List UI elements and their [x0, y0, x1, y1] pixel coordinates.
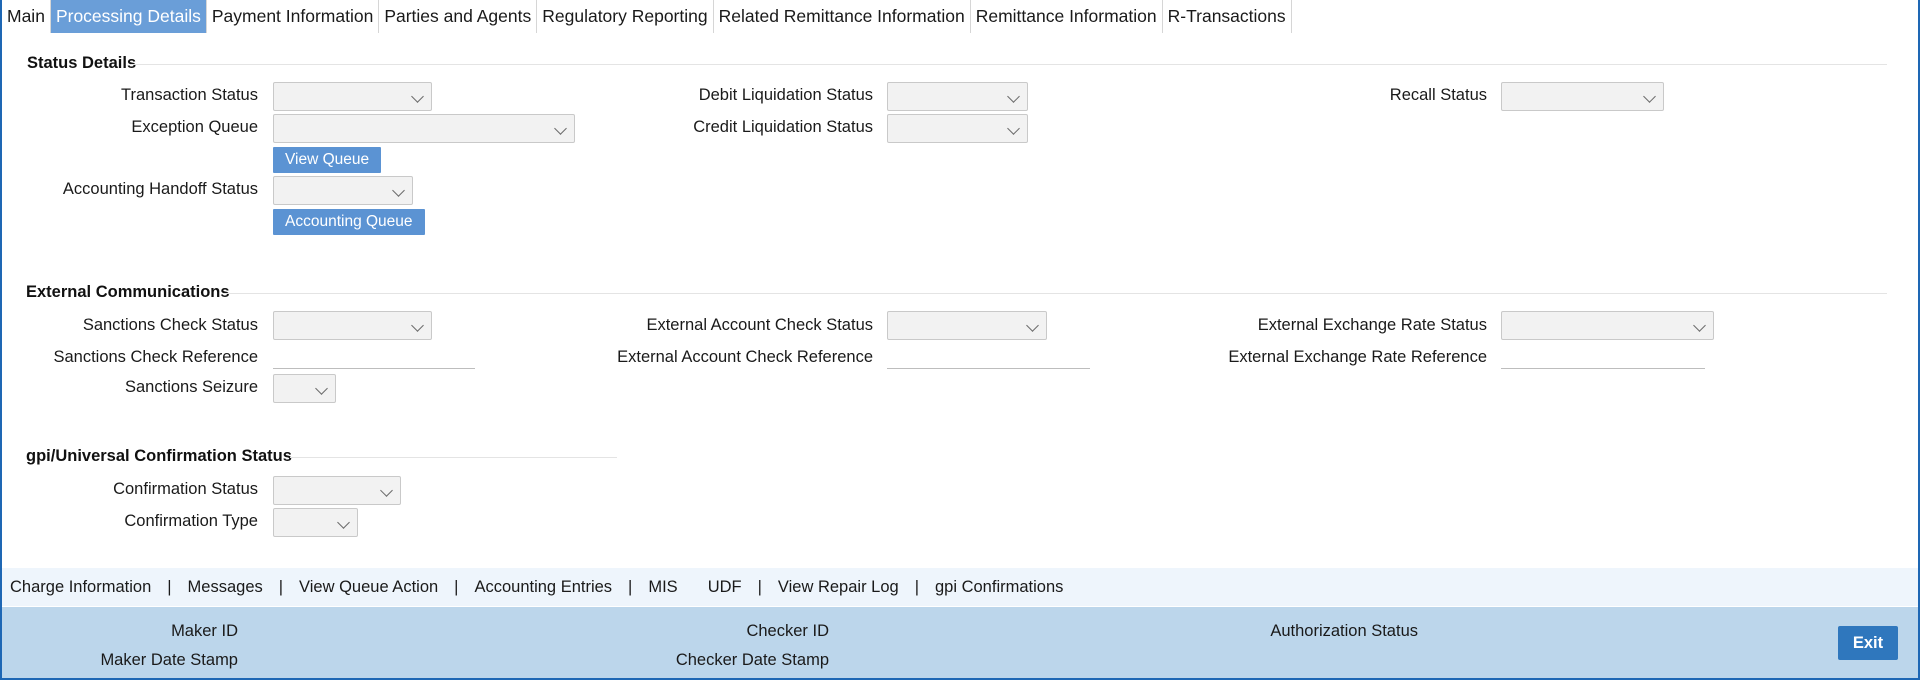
status-details-divider	[130, 64, 1887, 65]
credit-liquidation-status-select[interactable]	[887, 114, 1028, 143]
accounting-queue-button[interactable]: Accounting Queue	[273, 209, 425, 235]
checker-id-label: Checker ID	[746, 622, 829, 640]
link-charge-information[interactable]: Charge Information	[10, 578, 151, 597]
tab-regulatory-reporting[interactable]: Regulatory Reporting	[537, 0, 714, 33]
link-separator: |	[454, 577, 459, 596]
external-account-check-status-select[interactable]	[887, 311, 1047, 340]
transaction-status-select[interactable]	[273, 82, 432, 111]
recall-status-label: Recall Status	[1389, 86, 1487, 104]
sanctions-check-status-label: Sanctions Check Status	[82, 316, 258, 334]
chevron-down-icon	[1643, 90, 1656, 103]
link-separator: |	[757, 577, 762, 596]
tab-bar: Main Processing Details Payment Informat…	[2, 0, 1918, 33]
link-messages[interactable]: Messages	[188, 578, 263, 597]
confirmation-status-select[interactable]	[273, 476, 401, 505]
status-details-title: Status Details	[27, 54, 137, 72]
external-communications-divider	[224, 293, 1887, 294]
accounting-handoff-status-select[interactable]	[273, 176, 413, 205]
view-queue-button[interactable]: View Queue	[273, 147, 382, 173]
audit-footer: Maker ID Maker Date Stamp Checker ID Che…	[2, 607, 1918, 678]
chevron-down-icon	[337, 516, 350, 529]
link-separator: |	[278, 577, 284, 596]
credit-liquidation-status-label: Credit Liquidation Status	[693, 118, 873, 136]
confirmation-type-label: Confirmation Type	[124, 512, 258, 530]
chevron-down-icon	[1007, 122, 1020, 135]
exception-queue-label: Exception Queue	[131, 118, 258, 136]
link-separator: |	[167, 577, 172, 596]
maker-date-stamp-label: Maker Date Stamp	[100, 651, 238, 669]
confirmation-status-label: Confirmation Status	[113, 480, 258, 498]
external-exchange-rate-reference-field[interactable]	[1501, 341, 1705, 369]
link-separator: |	[628, 577, 633, 596]
tab-r-transactions[interactable]: R-Transactions	[1163, 0, 1292, 33]
chevron-down-icon	[1026, 319, 1039, 332]
accounting-handoff-status-label: Accounting Handoff Status	[62, 180, 258, 198]
bottom-links-bar: Charge Information | Messages | View Que…	[2, 568, 1918, 606]
tab-related-remittance-information[interactable]: Related Remittance Information	[714, 0, 971, 33]
external-exchange-rate-status-select[interactable]	[1501, 311, 1714, 340]
sanctions-check-reference-label: Sanctions Check Reference	[53, 348, 258, 366]
link-view-queue-action[interactable]: View Queue Action	[299, 578, 438, 597]
exit-button[interactable]: Exit	[1838, 626, 1898, 660]
tab-processing-details[interactable]: Processing Details	[50, 0, 207, 33]
sanctions-seizure-select[interactable]	[273, 374, 336, 403]
chevron-down-icon	[554, 122, 567, 135]
recall-status-select[interactable]	[1501, 82, 1664, 111]
chevron-down-icon	[1693, 319, 1706, 332]
link-accounting-entries[interactable]: Accounting Entries	[474, 578, 612, 597]
sanctions-seizure-label: Sanctions Seizure	[125, 378, 258, 396]
external-account-check-reference-field[interactable]	[887, 341, 1090, 369]
confirmation-type-select[interactable]	[273, 508, 358, 537]
chevron-down-icon	[1007, 90, 1020, 103]
gpi-confirmation-divider	[290, 457, 617, 458]
link-udf[interactable]: UDF	[708, 578, 742, 597]
tab-payment-information[interactable]: Payment Information	[207, 0, 380, 33]
checker-date-stamp-label: Checker Date Stamp	[675, 651, 829, 669]
maker-id-label: Maker ID	[171, 622, 238, 640]
debit-liquidation-status-label: Debit Liquidation Status	[698, 86, 873, 104]
external-exchange-rate-reference-label: External Exchange Rate Reference	[1228, 348, 1487, 366]
link-gpi-confirmations[interactable]: gpi Confirmations	[935, 578, 1063, 597]
sanctions-check-status-select[interactable]	[273, 311, 432, 340]
chevron-down-icon	[392, 184, 405, 197]
link-view-repair-log[interactable]: View Repair Log	[778, 578, 899, 597]
tab-main[interactable]: Main	[2, 0, 51, 33]
external-account-check-reference-label: External Account Check Reference	[617, 348, 873, 366]
debit-liquidation-status-select[interactable]	[887, 82, 1028, 111]
chevron-down-icon	[411, 90, 424, 103]
transaction-status-label: Transaction Status	[121, 86, 258, 104]
gpi-confirmation-title: gpi/Universal Confirmation Status	[26, 447, 292, 465]
external-account-check-status-label: External Account Check Status	[646, 316, 873, 334]
link-separator: |	[914, 577, 919, 596]
chevron-down-icon	[411, 319, 424, 332]
authorization-status-label: Authorization Status	[1270, 622, 1418, 640]
chevron-down-icon	[315, 382, 328, 395]
external-exchange-rate-status-label: External Exchange Rate Status	[1257, 316, 1487, 334]
exception-queue-select[interactable]	[273, 114, 575, 143]
external-communications-title: External Communications	[26, 283, 230, 301]
tab-remittance-information[interactable]: Remittance Information	[971, 0, 1163, 33]
tab-parties-and-agents[interactable]: Parties and Agents	[379, 0, 538, 33]
chevron-down-icon	[380, 484, 393, 497]
sanctions-check-reference-field[interactable]	[273, 341, 475, 369]
link-mis[interactable]: MIS	[648, 578, 677, 597]
